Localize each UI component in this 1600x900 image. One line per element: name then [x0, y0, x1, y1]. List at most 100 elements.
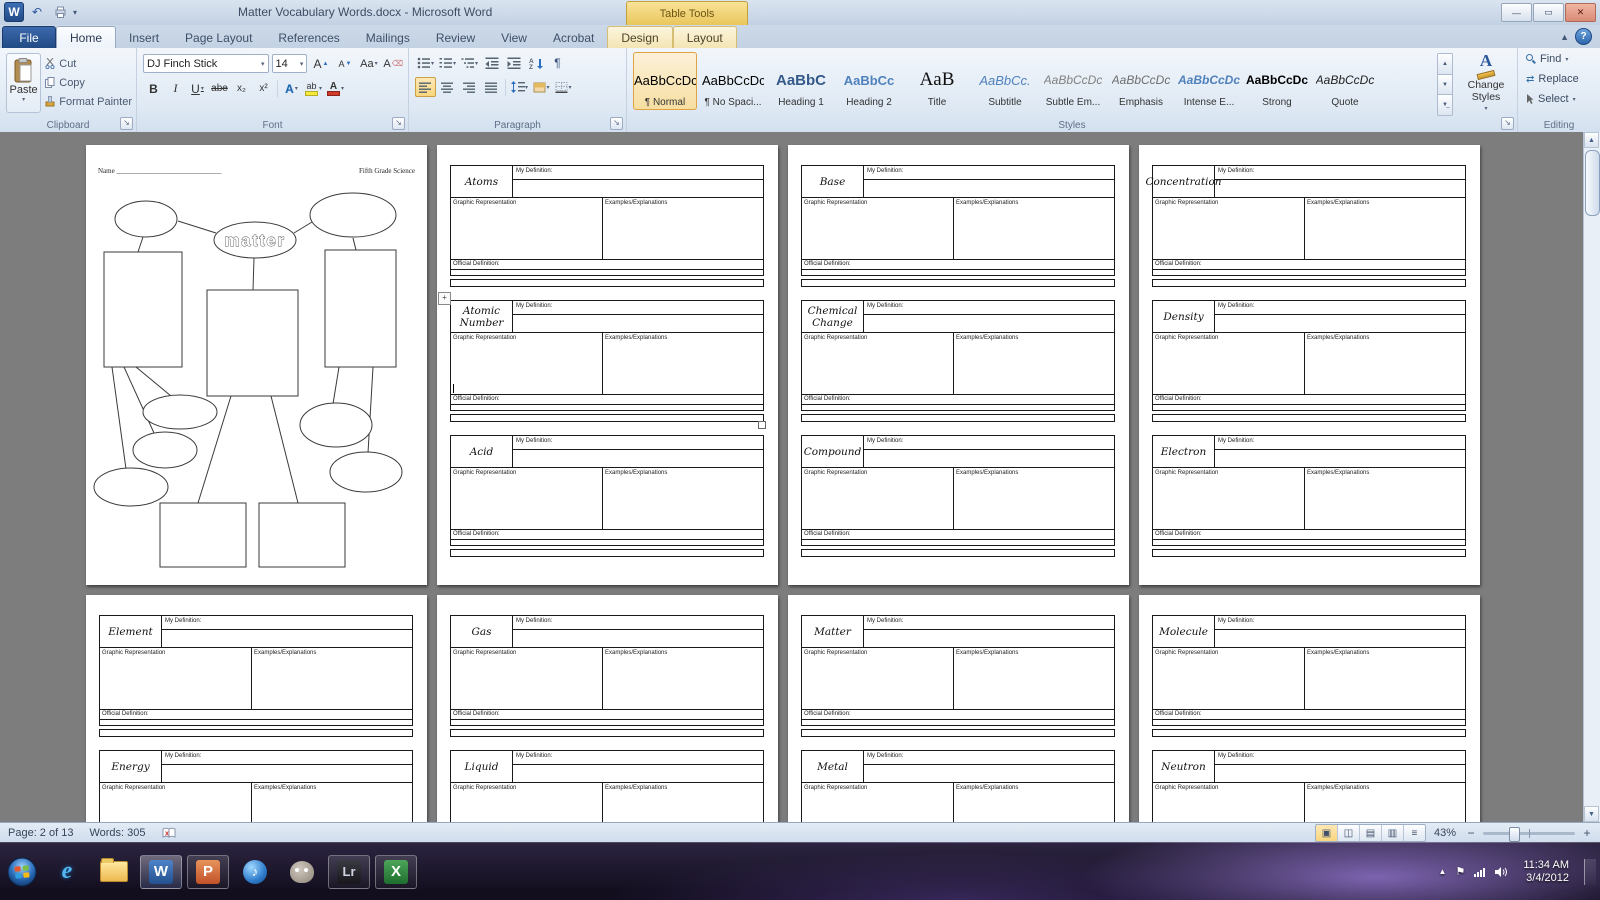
align-left-button[interactable]	[415, 77, 436, 97]
full-screen-reading-view-button[interactable]: ◫	[1337, 825, 1360, 841]
network-icon[interactable]	[1474, 867, 1486, 877]
draft-view-button[interactable]: ≡	[1403, 825, 1425, 841]
clear-formatting-button[interactable]: A ⌫	[382, 53, 404, 74]
vocab-card[interactable]: Neutron My Definition: Graphic Represent…	[1152, 750, 1466, 822]
shading-button[interactable]: ▾	[531, 77, 552, 97]
clipboard-dialog-launcher[interactable]: ↘	[120, 117, 133, 130]
style-heading1[interactable]: AaBbC Heading 1	[769, 52, 833, 110]
paste-button[interactable]: Paste ▾	[6, 53, 42, 113]
print-layout-view-button[interactable]: ▣	[1315, 825, 1338, 841]
taskbar-itunes[interactable]: ♪	[234, 855, 276, 889]
styles-scroll-down-icon[interactable]: ▼	[1438, 74, 1452, 96]
web-layout-view-button[interactable]: ▤	[1359, 825, 1382, 841]
style-emphasis[interactable]: AaBbCcDc Emphasis	[1109, 52, 1173, 110]
tab-acrobat[interactable]: Acrobat	[540, 27, 607, 48]
tab-view[interactable]: View	[488, 27, 540, 48]
multilevel-list-button[interactable]: ▾	[459, 53, 480, 73]
font-name-combobox[interactable]: DJ Finch Stick ▾	[143, 54, 269, 73]
vocab-card[interactable]: Acid My Definition: Graphic Representati…	[450, 435, 764, 546]
document-page-5[interactable]: Element My Definition: Graphic Represent…	[86, 595, 427, 822]
find-button[interactable]: Find ▾	[1518, 48, 1600, 68]
print-icon[interactable]	[50, 2, 70, 22]
tab-page-layout[interactable]: Page Layout	[172, 27, 265, 48]
shrink-font-button[interactable]: A ▼	[334, 53, 355, 74]
tab-mailings[interactable]: Mailings	[353, 27, 423, 48]
show-hide-marks-button[interactable]: ¶	[547, 53, 568, 73]
taskbar-excel[interactable]: X	[375, 854, 417, 889]
sort-button[interactable]: AZ	[525, 53, 546, 73]
vocab-card[interactable]: Matter My Definition: Graphic Representa…	[801, 615, 1115, 726]
scrollbar-thumb[interactable]	[1585, 150, 1600, 216]
vocab-card[interactable]: Atomic Number My Definition: Graphic Rep…	[450, 300, 764, 411]
tab-home[interactable]: Home	[56, 26, 117, 48]
volume-icon[interactable]	[1495, 866, 1508, 877]
font-dialog-launcher[interactable]: ↘	[392, 117, 405, 130]
proofing-status[interactable]: x	[154, 823, 185, 843]
underline-button[interactable]: U ▾	[187, 78, 208, 99]
style-nospacing[interactable]: AaBbCcDc ¶ No Spaci...	[701, 52, 765, 110]
vocab-card[interactable]: Atoms My Definition: Graphic Representat…	[450, 165, 764, 276]
document-page-6[interactable]: Gas My Definition: Graphic Representatio…	[437, 595, 778, 822]
superscript-button[interactable]: x²	[253, 78, 274, 99]
align-right-button[interactable]	[459, 77, 480, 97]
vocab-card[interactable]: Chemical Change My Definition: Graphic R…	[801, 300, 1115, 411]
document-page-3[interactable]: Base My Definition: Graphic Representati…	[788, 145, 1129, 585]
grow-font-button[interactable]: A ▲	[310, 53, 331, 74]
line-spacing-button[interactable]: ▾	[509, 77, 530, 97]
zoom-in-button[interactable]: +	[1580, 826, 1594, 840]
style-subtleemphasis[interactable]: AaBbCcDc Subtle Em...	[1041, 52, 1105, 110]
table-resize-handle[interactable]	[758, 421, 766, 429]
zoom-slider[interactable]	[1483, 826, 1575, 842]
tab-file[interactable]: File	[2, 26, 56, 48]
style-intenseemphasis[interactable]: AaBbCcDc Intense E...	[1177, 52, 1241, 110]
taskbar-lightroom[interactable]: Lr	[328, 854, 370, 889]
taskbar-word[interactable]: W	[140, 854, 182, 889]
tab-insert[interactable]: Insert	[116, 27, 172, 48]
increase-indent-button[interactable]	[503, 53, 524, 73]
borders-button[interactable]: ▾	[553, 77, 574, 97]
change-case-button[interactable]: Aa ▾	[358, 53, 379, 74]
vocab-card[interactable]: Electron My Definition: Graphic Represen…	[1152, 435, 1466, 546]
qat-customize-dropdown-icon[interactable]: ▾	[73, 8, 77, 17]
font-color-button[interactable]: A ▾	[325, 78, 346, 99]
undo-icon[interactable]: ↶	[27, 2, 47, 22]
style-title[interactable]: AaB Title	[905, 52, 969, 110]
minimize-button[interactable]: —	[1501, 3, 1532, 22]
action-center-flag-icon[interactable]: ⚑	[1455, 865, 1465, 878]
taskbar-powerpoint[interactable]: P	[187, 854, 229, 889]
font-size-combobox[interactable]: 14 ▾	[271, 54, 308, 73]
style-subtitle[interactable]: AaBbCc. Subtitle	[973, 52, 1037, 110]
style-strong[interactable]: AaBbCcDc Strong	[1245, 52, 1309, 110]
table-move-handle[interactable]: +	[438, 292, 451, 305]
strikethrough-button[interactable]: abe	[209, 78, 230, 99]
decrease-indent-button[interactable]	[481, 53, 502, 73]
document-page-4[interactable]: Concentration My Definition: Graphic Rep…	[1139, 145, 1480, 585]
clock[interactable]: 11:34 AM 3/4/2012	[1523, 859, 1569, 885]
minimize-ribbon-icon[interactable]: ▲	[1560, 32, 1569, 42]
taskbar-internet-explorer[interactable]: e	[46, 855, 88, 889]
close-button[interactable]: ✕	[1565, 3, 1596, 22]
start-button[interactable]	[6, 856, 38, 888]
vocab-card[interactable]: Energy My Definition: Graphic Representa…	[99, 750, 413, 822]
style-heading2[interactable]: AaBbCc Heading 2	[837, 52, 901, 110]
vocab-card[interactable]: Liquid My Definition: Graphic Representa…	[450, 750, 764, 822]
document-page-7[interactable]: Matter My Definition: Graphic Representa…	[788, 595, 1129, 822]
vocab-card[interactable]: Compound My Definition: Graphic Represen…	[801, 435, 1115, 546]
hidden-icons-arrow[interactable]: ▲	[1439, 867, 1447, 876]
document-page-2[interactable]: Atoms My Definition: Graphic Representat…	[437, 145, 778, 585]
show-desktop-button[interactable]	[1584, 858, 1596, 885]
bullets-button[interactable]: ▾	[415, 53, 436, 73]
vocab-card[interactable]: Metal My Definition: Graphic Representat…	[801, 750, 1115, 822]
italic-button[interactable]: I	[165, 78, 186, 99]
vocab-card[interactable]: Density My Definition: Graphic Represent…	[1152, 300, 1466, 411]
replace-button[interactable]: ⇄ Replace	[1518, 68, 1600, 88]
align-center-button[interactable]	[437, 77, 458, 97]
subscript-button[interactable]: x₂	[231, 78, 252, 99]
restore-button[interactable]: ▭	[1533, 3, 1564, 22]
format-painter-button[interactable]: Format Painter	[45, 93, 132, 110]
highlight-color-button[interactable]: ab ▾	[303, 78, 324, 99]
zoom-out-button[interactable]: −	[1464, 826, 1478, 840]
justify-button[interactable]	[481, 77, 502, 97]
tab-design[interactable]: Design	[607, 26, 673, 48]
style-normal[interactable]: AaBbCcDc ¶ Normal	[633, 52, 697, 110]
